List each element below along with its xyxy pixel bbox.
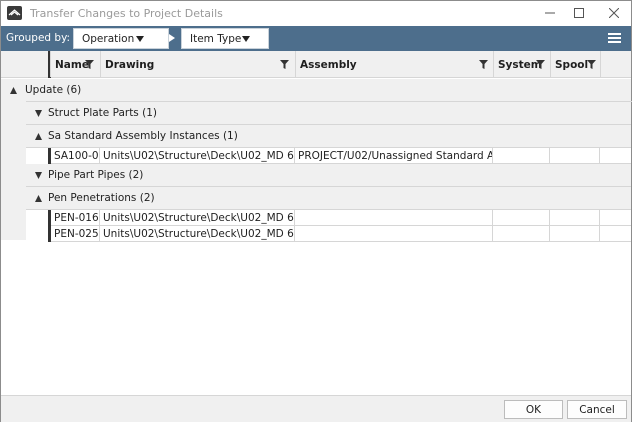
filter-icon[interactable] (587, 60, 596, 69)
cell-name[interactable]: PEN-016 (51, 210, 100, 226)
grouped-by-label: Grouped by: (6, 32, 71, 44)
group-row-struct-plate-parts[interactable]: Struct Plate Parts (1) (26, 102, 631, 125)
cell-name[interactable]: SA100-01 (51, 148, 100, 164)
group-row-pen-penetrations[interactable]: Pen Penetrations (2) (26, 187, 631, 210)
window-title: Transfer Changes to Project Details (30, 7, 223, 20)
ok-button[interactable]: OK (504, 400, 563, 419)
cell-spool[interactable] (550, 148, 600, 164)
cell-system[interactable] (493, 210, 550, 226)
group-level-2-dropdown[interactable]: Item Type (181, 28, 269, 49)
cell-system[interactable] (493, 226, 550, 242)
filter-icon[interactable] (280, 60, 289, 69)
title-bar: Transfer Changes to Project Details (1, 1, 631, 26)
group-row-standard-assembly[interactable]: Sa Standard Assembly Instances (1) (26, 125, 631, 148)
app-logo-icon (7, 6, 22, 20)
hamburger-menu-icon[interactable] (608, 33, 621, 43)
cell-drawing[interactable]: Units\U02\Structure\Deck\U02_MD 6700.dwg (100, 210, 295, 226)
arrow-right-icon (169, 34, 175, 42)
table-row[interactable]: PEN-016 Units\U02\Structure\Deck\U02_MD … (26, 210, 631, 226)
collapse-arrow-icon[interactable] (10, 87, 17, 94)
cell-spool[interactable] (550, 210, 600, 226)
cell-name[interactable]: PEN-025 (51, 226, 100, 242)
maximize-icon (574, 8, 584, 18)
table-row[interactable]: PEN-025 Units\U02\Structure\Deck\U02_MD … (26, 226, 631, 242)
cell-drawing[interactable]: Units\U02\Structure\Deck\U02_MD 6700.dwg (100, 226, 295, 242)
minimize-icon (545, 12, 555, 14)
cancel-button[interactable]: Cancel (567, 400, 627, 419)
expand-arrow-icon[interactable] (35, 172, 42, 179)
close-icon (609, 8, 619, 18)
column-header-spool[interactable]: Spool (550, 51, 600, 77)
cell-assembly[interactable] (295, 226, 493, 242)
dialog-footer: OK Cancel (1, 395, 631, 422)
column-header-drawing[interactable]: Drawing (100, 51, 295, 77)
filter-icon[interactable] (536, 60, 545, 69)
filter-icon[interactable] (479, 60, 488, 69)
column-header-assembly[interactable]: Assembly (295, 51, 493, 77)
chevron-down-icon (242, 36, 250, 42)
column-header-name[interactable]: Name (50, 51, 100, 77)
group-row-pipe-part-pipes[interactable]: Pipe Part Pipes (2) (26, 164, 631, 187)
close-button[interactable] (597, 1, 631, 26)
group-level-1-dropdown[interactable]: Operation (73, 28, 169, 49)
dialog-window: Transfer Changes to Project Details Grou… (0, 0, 632, 422)
group-row-update[interactable]: Update (6) (1, 79, 631, 102)
cell-assembly[interactable]: PROJECT/U02/Unassigned Standard Assembly (295, 148, 493, 164)
collapse-arrow-icon[interactable] (35, 195, 42, 202)
cell-drawing[interactable]: Units\U02\Structure\Deck\U02_MD 6700.dwg (100, 148, 295, 164)
chevron-down-icon (136, 36, 144, 42)
cell-assembly[interactable] (295, 210, 493, 226)
table-row[interactable]: SA100-01 Units\U02\Structure\Deck\U02_MD… (26, 148, 631, 164)
maximize-button[interactable] (562, 1, 596, 26)
filter-icon[interactable] (85, 60, 94, 69)
expand-arrow-icon[interactable] (35, 110, 42, 117)
column-header-system[interactable]: System (493, 51, 550, 77)
cell-system[interactable] (493, 148, 550, 164)
cell-spool[interactable] (550, 226, 600, 242)
collapse-arrow-icon[interactable] (35, 133, 42, 140)
grouping-bar: Grouped by: Operation Item Type (1, 26, 631, 51)
grid-header: Name Drawing Assembly System Spool (1, 51, 631, 78)
